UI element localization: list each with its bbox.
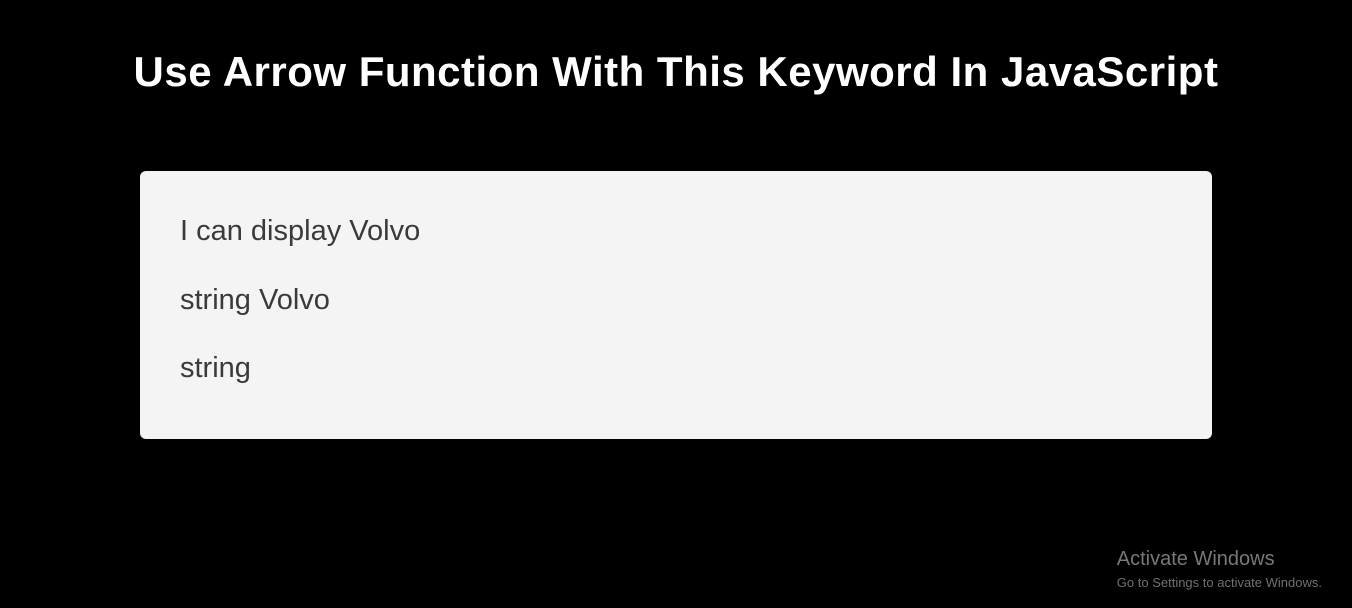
output-line-3: string xyxy=(180,348,1172,389)
page-title: Use Arrow Function With This Keyword In … xyxy=(0,0,1352,96)
output-line-2: string Volvo xyxy=(180,280,1172,321)
output-line-1: I can display Volvo xyxy=(180,211,1172,252)
watermark-subtitle: Go to Settings to activate Windows. xyxy=(1117,575,1322,590)
watermark-title: Activate Windows xyxy=(1117,548,1322,571)
windows-activation-watermark: Activate Windows Go to Settings to activ… xyxy=(1117,548,1322,590)
output-panel: I can display Volvo string Volvo string xyxy=(140,171,1212,439)
